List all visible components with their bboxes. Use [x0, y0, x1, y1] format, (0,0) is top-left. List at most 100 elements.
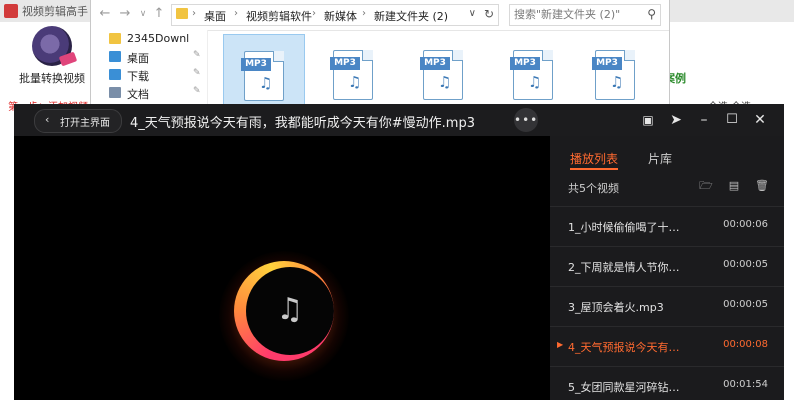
- navigation-pane: 2345Downlo 桌面 ✎ 下载 ✎ 文档 ✎: [91, 30, 208, 112]
- pin-icon[interactable]: ✎: [193, 68, 201, 78]
- open-main-interface-label: 打开主界面: [60, 118, 110, 129]
- tab-playlist[interactable]: 播放列表: [570, 150, 618, 167]
- playlist-item[interactable]: 1_小时候偷偷喝了十瓶... 00:00:06: [550, 206, 784, 246]
- music-note-icon: ♫: [348, 73, 362, 91]
- mp3-label: MP3: [510, 57, 540, 70]
- breadcrumb-new-media[interactable]: 新媒体: [324, 8, 357, 24]
- file-tile[interactable]: MP3 ♫: [223, 34, 305, 114]
- playlist-item-duration: 00:01:54: [723, 379, 768, 390]
- breadcrumb-separator: ›: [362, 8, 366, 19]
- playlist-item-duration: 00:00:05: [723, 299, 768, 310]
- playlist-item-name: 2_下周就是情人节你没...: [568, 261, 688, 274]
- mp3-label: MP3: [241, 58, 271, 71]
- file-list: MP3 ♫ MP3 ♫ MP3 ♫ MP3 ♫ MP3 ♫: [215, 30, 655, 114]
- breadcrumb-desktop[interactable]: 桌面: [204, 8, 226, 24]
- playlist-item-duration: 00:00:08: [723, 339, 768, 350]
- mp3-file-icon: MP3 ♫: [330, 50, 373, 100]
- film-reel-icon: [32, 26, 72, 66]
- breadcrumb-separator: ›: [234, 8, 238, 19]
- search-icon: ⚲: [647, 7, 656, 21]
- mp3-file-icon: MP3 ♫: [592, 50, 635, 100]
- up-arrow-icon[interactable]: ↑: [151, 6, 167, 22]
- batch-convert-button[interactable]: 批量转换视频: [14, 26, 90, 86]
- back-arrow-icon[interactable]: ←: [97, 6, 113, 22]
- music-note-icon: ♫: [438, 73, 452, 91]
- playlist-item-name: 5_女团同款星河碎钻牧...: [568, 381, 688, 394]
- file-tile[interactable]: MP3 ♫: [575, 34, 655, 112]
- screen-cast-icon[interactable]: ▣: [638, 110, 658, 130]
- file-tile[interactable]: MP3 ♫: [313, 34, 393, 112]
- breadcrumb-separator: ›: [312, 8, 316, 19]
- nav-item-desktop[interactable]: 桌面 ✎: [99, 48, 203, 66]
- search-input[interactable]: [514, 7, 638, 22]
- now-playing-title: 4_天气预报说今天有雨，我都能听成今天有你#慢动作.mp3: [130, 116, 475, 131]
- playlist-panel: 播放列表 片库 共5个视频 🗁 ▤ 🗑 1_小时候偷偷喝了十瓶... 00:00…: [550, 136, 784, 400]
- open-main-interface-button[interactable]: ‹ 打开主界面: [34, 109, 122, 133]
- music-note-icon: ♫: [276, 292, 304, 327]
- more-options-icon[interactable]: •••: [514, 108, 538, 132]
- folder-icon: [109, 33, 121, 44]
- mp3-label: MP3: [592, 57, 622, 70]
- mp3-label: MP3: [330, 57, 360, 70]
- nav-item-label: 文档: [127, 88, 149, 101]
- playlist-item-current[interactable]: ▶ 4_天气预报说今天有雨... 00:00:08: [550, 326, 784, 366]
- pin-icon[interactable]: ✎: [193, 50, 201, 60]
- playlist-item-name: 1_小时候偷偷喝了十瓶...: [568, 221, 688, 234]
- pin-icon[interactable]: ✎: [193, 86, 201, 96]
- maximize-icon[interactable]: ☐: [722, 110, 742, 130]
- pin-top-icon[interactable]: ➤: [666, 110, 686, 130]
- mp3-file-icon: MP3 ♫: [241, 51, 284, 101]
- breadcrumb-separator: ›: [192, 8, 196, 19]
- address-bar[interactable]: › 桌面 › 视频剪辑软件 › 新媒体 › 新建文件夹 (2) ∨ ↻: [171, 4, 499, 26]
- now-playing-icon: ▶: [557, 340, 564, 349]
- close-icon[interactable]: ✕: [750, 110, 770, 130]
- file-tile[interactable]: MP3 ♫: [493, 34, 573, 112]
- address-dropdown-icon[interactable]: ∨: [469, 8, 476, 19]
- tab-library[interactable]: 片库: [648, 150, 672, 167]
- playlist-item-name: 4_天气预报说今天有雨...: [568, 341, 688, 354]
- nav-item-documents[interactable]: 文档 ✎: [99, 84, 203, 102]
- download-icon: [109, 69, 121, 80]
- music-note-icon: ♫: [528, 73, 542, 91]
- playlist-item-duration: 00:00:05: [723, 259, 768, 270]
- active-tab-indicator: [570, 168, 618, 170]
- delete-trash-icon[interactable]: 🗑: [754, 178, 770, 194]
- video-count: 共5个视频: [568, 182, 619, 195]
- document-icon: [109, 87, 121, 98]
- desktop-icon: [109, 51, 121, 62]
- nav-item-label: 桌面: [127, 52, 149, 65]
- app-logo-icon: [4, 4, 18, 18]
- forward-arrow-icon[interactable]: →: [117, 6, 133, 22]
- mp3-label: MP3: [420, 57, 450, 70]
- nav-item-label: 2345Downlo: [127, 32, 189, 45]
- playlist-item[interactable]: 2_下周就是情人节你没... 00:00:05: [550, 246, 784, 286]
- playlist-item-name: 3_屋顶会着火.mp3: [568, 301, 664, 314]
- search-box[interactable]: ⚲: [509, 4, 661, 26]
- explorer-nav-bar: ← → ∨ ↑ › 桌面 › 视频剪辑软件 › 新媒体 › 新建文件夹 (2) …: [91, 0, 669, 31]
- breadcrumb-new-folder[interactable]: 新建文件夹 (2): [374, 8, 448, 24]
- chevron-left-icon: ‹: [45, 113, 50, 126]
- open-folder-icon[interactable]: 🗁: [698, 178, 714, 194]
- media-player-window: ‹ 打开主界面 4_天气预报说今天有雨，我都能听成今天有你#慢动作.mp3 ••…: [14, 104, 784, 400]
- playlist-item[interactable]: 5_女团同款星河碎钻牧... 00:01:54: [550, 366, 784, 406]
- playlist-item-duration: 00:00:06: [723, 219, 768, 230]
- minimize-icon[interactable]: –: [694, 110, 714, 130]
- playlist-item[interactable]: 3_屋顶会着火.mp3 00:00:05: [550, 286, 784, 326]
- nav-item-downloads[interactable]: 下载 ✎: [99, 66, 203, 84]
- mp3-file-icon: MP3 ♫: [420, 50, 463, 100]
- video-area[interactable]: ♫: [14, 136, 550, 400]
- history-chevron-icon[interactable]: ∨: [135, 6, 151, 22]
- music-note-icon: ♫: [259, 74, 273, 92]
- batch-convert-label: 批量转换视频: [19, 72, 85, 85]
- nav-item-label: 下载: [127, 70, 149, 83]
- player-titlebar: ‹ 打开主界面 4_天气预报说今天有雨，我都能听成今天有你#慢动作.mp3 ••…: [14, 104, 784, 136]
- folder-icon: [176, 8, 188, 19]
- refresh-icon[interactable]: ↻: [484, 7, 494, 21]
- add-to-list-icon[interactable]: ▤: [726, 178, 742, 194]
- file-tile[interactable]: MP3 ♫: [403, 34, 483, 112]
- mp3-file-icon: MP3 ♫: [510, 50, 553, 100]
- breadcrumb-video-software[interactable]: 视频剪辑软件: [246, 8, 312, 24]
- file-explorer-window: ← → ∨ ↑ › 桌面 › 视频剪辑软件 › 新媒体 › 新建文件夹 (2) …: [90, 0, 670, 114]
- music-note-icon: ♫: [610, 73, 624, 91]
- nav-item-2345downloads[interactable]: 2345Downlo: [99, 30, 203, 48]
